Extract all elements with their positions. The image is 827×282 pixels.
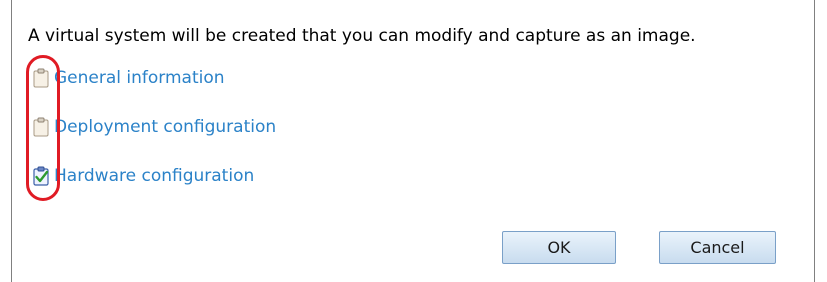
clipboard-icon <box>32 68 50 88</box>
clipboard-icon <box>32 117 50 137</box>
step-hardware-configuration[interactable]: Hardware configuration <box>32 164 254 188</box>
step-link-general-information[interactable]: General information <box>54 68 225 88</box>
cancel-button[interactable]: Cancel <box>659 231 776 264</box>
step-general-information[interactable]: General information <box>32 66 225 90</box>
create-virtual-system-dialog: A virtual system will be created that yo… <box>11 0 815 282</box>
step-link-deployment-configuration[interactable]: Deployment configuration <box>54 117 276 137</box>
step-link-hardware-configuration[interactable]: Hardware configuration <box>54 166 254 186</box>
ok-button[interactable]: OK <box>502 231 616 264</box>
clipboard-check-icon <box>32 166 50 186</box>
step-deployment-configuration[interactable]: Deployment configuration <box>32 115 276 139</box>
intro-text: A virtual system will be created that yo… <box>28 26 696 46</box>
